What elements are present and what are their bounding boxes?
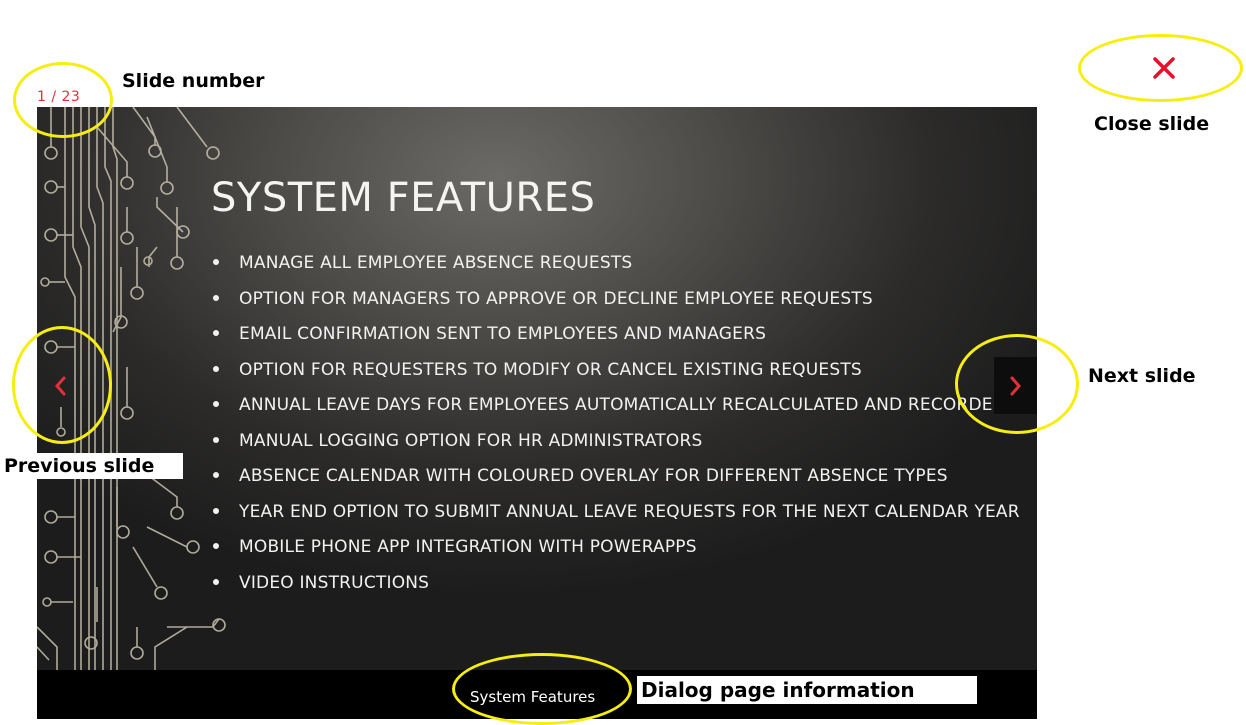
- feature-list: MANAGE ALL EMPLOYEE ABSENCE REQUESTS OPT…: [211, 250, 1020, 605]
- list-item: ABSENCE CALENDAR WITH COLOURED OVERLAY F…: [211, 463, 1020, 499]
- list-item: MANUAL LOGGING OPTION FOR HR ADMINISTRAT…: [211, 428, 1020, 464]
- list-item: EMAIL CONFIRMATION SENT TO EMPLOYEES AND…: [211, 321, 1020, 357]
- annotation-slide-number: Slide number: [122, 70, 265, 92]
- slide-counter: 1 / 23: [37, 89, 81, 105]
- close-button[interactable]: [1146, 50, 1182, 86]
- chevron-left-icon: [55, 376, 66, 396]
- close-icon: [1153, 57, 1175, 79]
- list-item: OPTION FOR REQUESTERS TO MODIFY OR CANCE…: [211, 357, 1020, 393]
- list-item: YEAR END OPTION TO SUBMIT ANNUAL LEAVE R…: [211, 499, 1020, 535]
- list-item: MANAGE ALL EMPLOYEE ABSENCE REQUESTS: [211, 250, 1020, 286]
- slide-image: SYSTEM FEATURES MANAGE ALL EMPLOYEE ABSE…: [37, 107, 1037, 670]
- next-slide-button[interactable]: [994, 357, 1037, 414]
- list-item: MOBILE PHONE APP INTEGRATION WITH POWERA…: [211, 534, 1020, 570]
- chevron-right-icon: [1010, 376, 1021, 395]
- annotation-dialog-info: Dialog page information: [637, 676, 977, 704]
- annotation-close-slide: Close slide: [1094, 113, 1210, 135]
- previous-slide-button[interactable]: [40, 364, 80, 408]
- slide-title: SYSTEM FEATURES: [211, 175, 596, 221]
- list-item: ANNUAL LEAVE DAYS FOR EMPLOYEES AUTOMATI…: [211, 392, 1020, 428]
- slide-caption: System Features: [470, 688, 596, 706]
- list-item: VIDEO INSTRUCTIONS: [211, 570, 1020, 606]
- annotation-next-slide: Next slide: [1088, 365, 1196, 387]
- annotation-previous-slide: Previous slide: [0, 453, 183, 479]
- list-item: OPTION FOR MANAGERS TO APPROVE OR DECLIN…: [211, 286, 1020, 322]
